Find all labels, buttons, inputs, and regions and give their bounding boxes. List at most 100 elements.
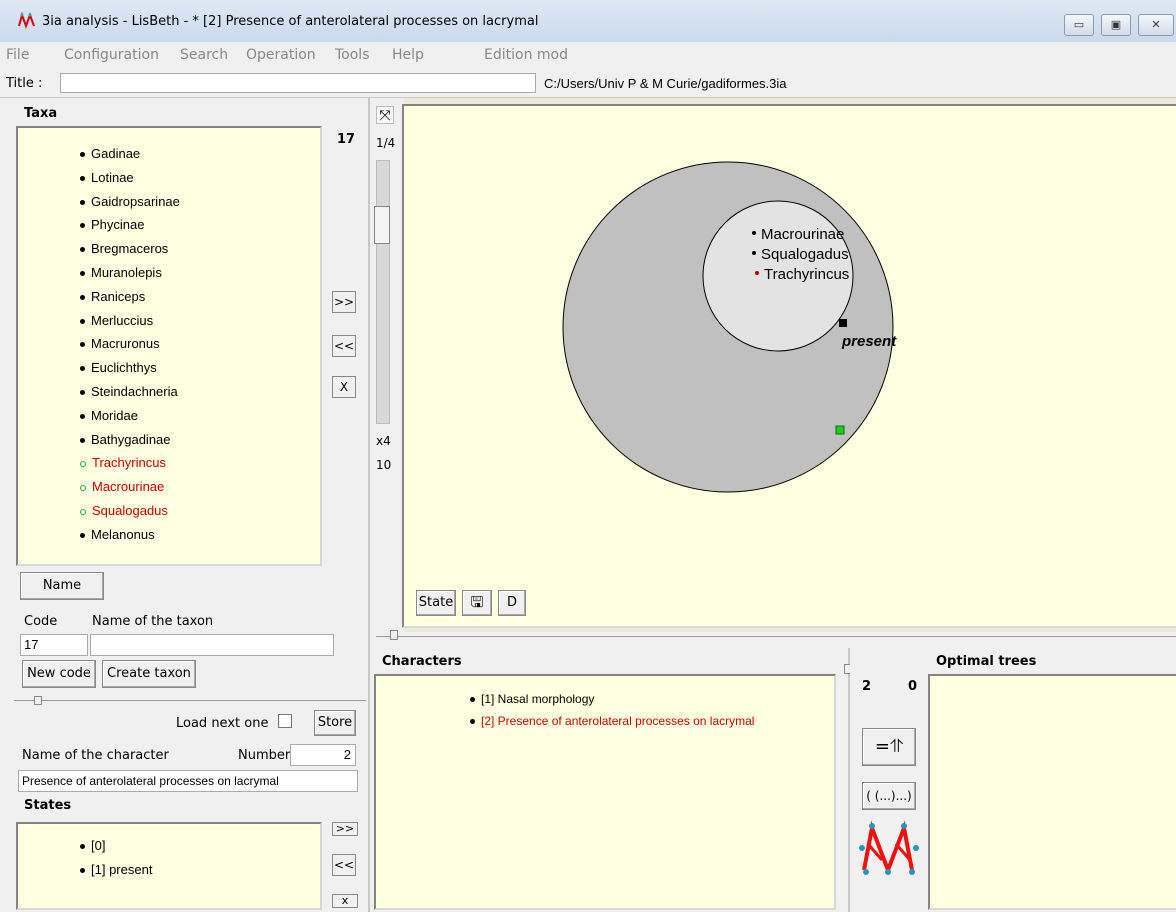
compute-trees-button[interactable]: =⥣ [862,728,916,766]
bullet-icon [80,199,85,205]
zoom-level: 10 [376,458,392,472]
taxon-label: Euclichthys [91,360,157,376]
trees-count-a: 2 [862,679,872,694]
bullet-icon [80,342,85,348]
trees-count-b: 0 [908,679,918,694]
splitter-handle[interactable] [390,630,398,640]
newick-button[interactable]: ( (...)...) [862,782,916,810]
taxon-item[interactable]: Lotinae [80,170,134,185]
states-list[interactable]: [0] [1] present [16,822,322,910]
menu-configuration[interactable]: Configuration [64,47,159,63]
number-input[interactable]: 2 [290,744,356,766]
state-item[interactable]: [1] present [80,862,152,877]
taxon-label: Steindachneria [91,384,178,399]
taxon-item[interactable]: Muranolepis [80,265,162,280]
bullet-icon [80,460,86,467]
taxon-item[interactable]: Merluccius [80,313,153,328]
menu-bar: File Configuration Search Operation Tool… [0,42,1176,68]
remove-taxa-button[interactable]: << [332,335,356,357]
taxon-name-input[interactable] [90,634,334,656]
taxa-count: 17 [337,132,356,147]
clear-state-button[interactable]: x [332,894,358,908]
taxon-item[interactable]: Melanonus [80,527,155,542]
bullet-icon [80,366,85,372]
taxon-label: Gadinae [91,146,141,161]
menu-operation[interactable]: Operation [246,47,316,63]
taxon-item[interactable]: Squalogadus [80,503,168,518]
character-item[interactable]: [2] Presence of anterolateral processes … [470,714,754,728]
bullet-icon [470,719,475,725]
zoom-slider[interactable] [376,160,390,424]
taxon-item[interactable]: Bregmaceros [80,241,168,256]
bullet-icon [80,437,85,443]
create-taxon-button[interactable]: Create taxon [102,660,196,688]
menu-help[interactable]: Help [392,47,424,63]
add-state-button[interactable]: >> [332,822,358,836]
taxon-label: Bregmaceros [91,241,169,257]
load-next-checkbox[interactable] [278,714,292,728]
splitter-left[interactable] [14,700,366,701]
menu-file[interactable]: File [6,47,29,63]
taxon-item[interactable]: Raniceps [80,289,145,304]
bullet-icon [80,223,85,229]
taxon-item[interactable]: Steindachneria [80,384,178,399]
taxon-item[interactable]: Phycinae [80,217,144,232]
title-input[interactable] [60,73,536,93]
minimize-button[interactable]: ▭ [1064,14,1094,36]
taxon-label: Moridae [91,407,138,423]
venn-diagram: Macrourinae Squalogadus Trachyrincus pre… [562,161,897,493]
venn-canvas[interactable]: Macrourinae Squalogadus Trachyrincus pre… [402,104,1176,628]
taxon-label: Merluccius [91,312,154,328]
menu-search[interactable]: Search [180,47,228,63]
save-view-icon[interactable]: 🖫 [462,590,492,616]
close-button[interactable]: ✕ [1138,14,1174,36]
bullet-icon [80,844,85,850]
clear-taxa-button[interactable]: X [332,376,356,398]
character-name-input[interactable]: Presence of anterolateral processes on l… [18,770,358,792]
name-button[interactable]: Name [20,572,104,600]
app-logo-icon [18,12,35,29]
state-button[interactable]: State [416,590,456,616]
taxon-item[interactable]: Macrourinae [80,479,164,494]
store-button[interactable]: Store [314,710,356,736]
taxon-item[interactable]: Macruronus [80,336,160,351]
trees-list[interactable] [928,674,1176,910]
bullet-icon [752,251,756,255]
characters-list[interactable]: [1] Nasal morphology [2] Presence of ante… [374,674,836,910]
taxon-item[interactable]: Euclichthys [80,360,157,375]
taxa-list[interactable]: Gadinae Lotinae Gaidropsarinae Phycinae Breg… [16,126,322,566]
outer-node-handle[interactable] [835,425,845,435]
splitter-horizontal[interactable] [370,632,1176,648]
add-taxa-button[interactable]: >> [332,291,356,313]
new-code-button[interactable]: New code [22,660,96,688]
splitter-handle[interactable] [34,696,42,705]
bullet-icon [80,413,85,419]
remove-state-button[interactable]: << [332,854,356,876]
maximize-button[interactable]: ▣ [1101,14,1131,36]
taxon-item[interactable]: Bathygadinae [80,432,171,447]
state-node-handle[interactable] [839,319,847,327]
taxa-heading: Taxa [24,106,58,121]
zoom-page: 1/4 [376,136,396,150]
menu-edition-mode[interactable]: Edition mod [484,47,568,63]
taxon-label: Trachyrincus [92,455,166,471]
lisbeth-logo-icon [859,820,919,876]
menu-tools[interactable]: Tools [335,47,370,63]
taxon-item[interactable]: Moridae [80,408,138,423]
taxon-item[interactable]: Trachyrincus [80,455,166,470]
taxon-item[interactable]: Gaidropsarinae [80,194,180,209]
taxon-label: Phycinae [91,217,145,233]
venn-taxon-label: Trachyrincus [764,266,849,283]
zoom-slider-thumb[interactable] [374,206,390,244]
fit-view-icon[interactable]: ⤧ [376,106,394,124]
character-item[interactable]: [1] Nasal morphology [470,692,594,706]
state-item[interactable]: [0] [80,838,105,853]
taxon-label: Melanonus [91,526,155,542]
taxon-label: Raniceps [91,288,146,304]
title-label: Title : [6,76,43,91]
characters-heading: Characters [382,654,462,669]
code-input[interactable]: 17 [20,634,88,656]
d-button[interactable]: D [498,590,526,616]
title-row: Title : C:/Users/Univ P & M Curie/gadifo… [0,68,1176,98]
taxon-item[interactable]: Gadinae [80,146,140,161]
